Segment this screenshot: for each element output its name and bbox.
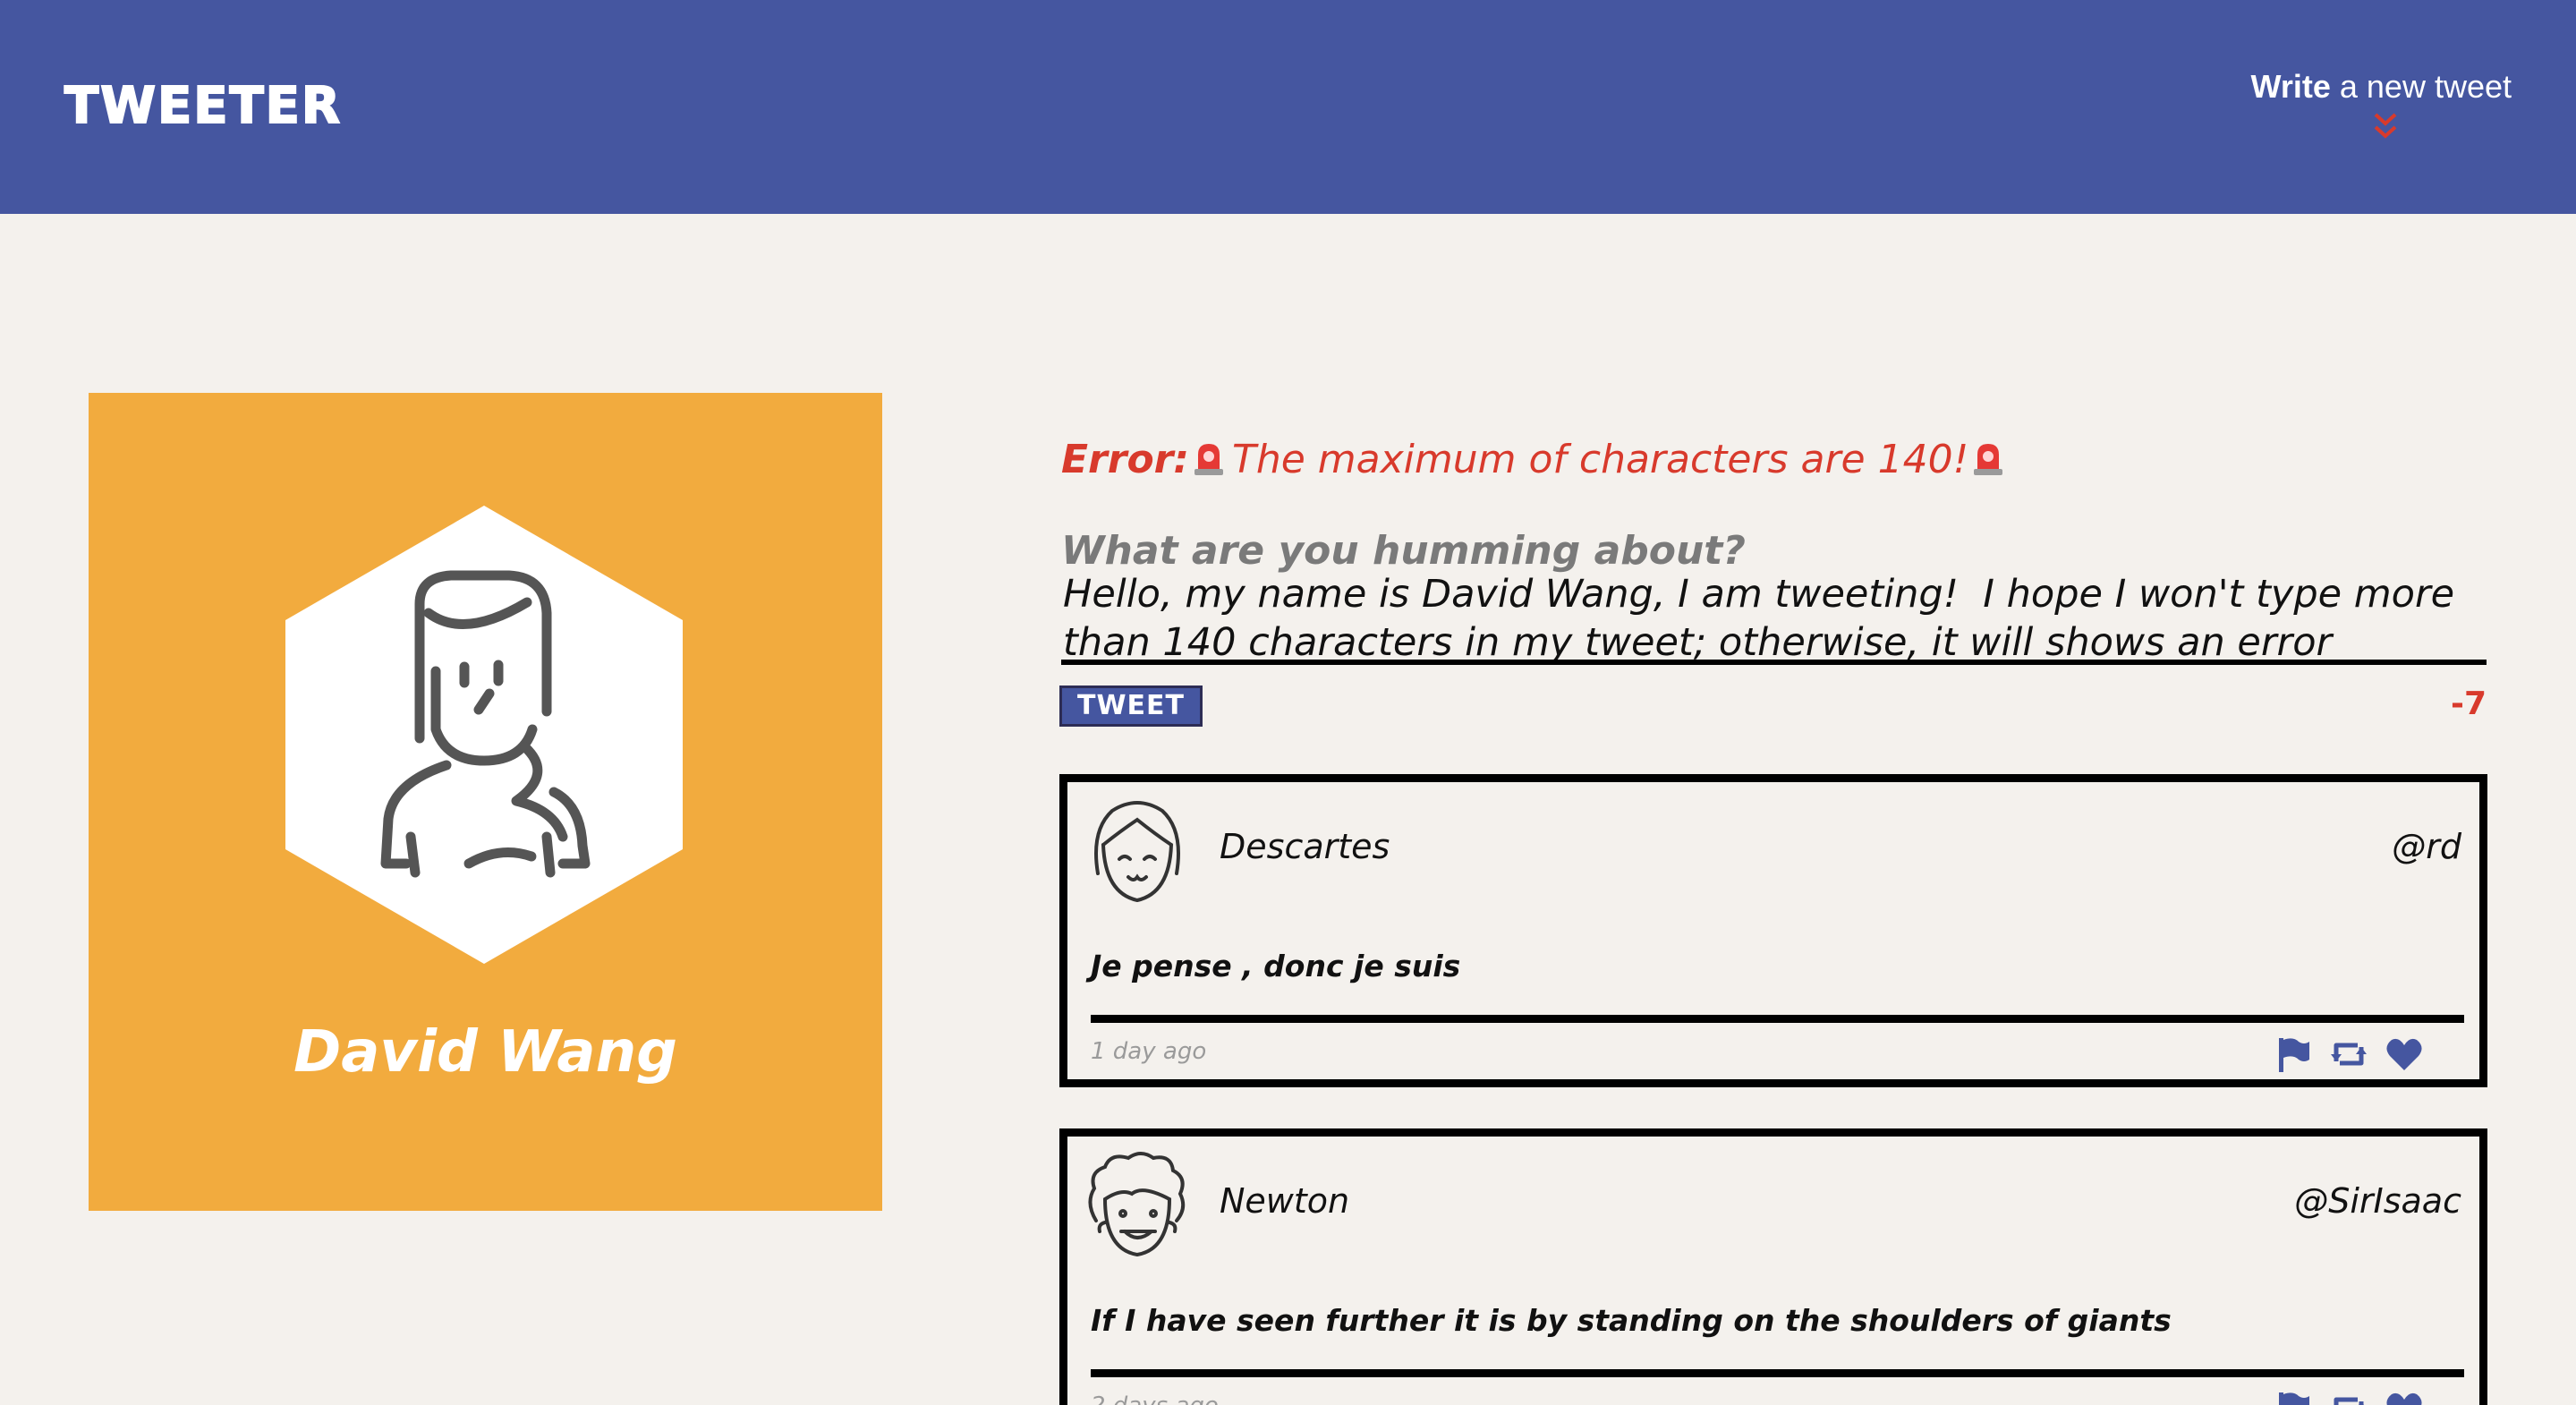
compose-toggle-bold: Write [2250, 68, 2331, 105]
siren-icon [1194, 444, 1223, 475]
profile-name: David Wang [293, 1019, 677, 1086]
double-chevron-down-icon[interactable] [2372, 111, 2399, 147]
error-text: The maximum of characters are 140! [1231, 437, 1969, 482]
tweet-content: Je pense , donc je suis [1091, 949, 1461, 984]
tweet-content: If I have seen further it is by standing… [1091, 1303, 2172, 1338]
retweet-icon[interactable] [2329, 1389, 2368, 1405]
tweet-author-handle[interactable]: @rd [2392, 827, 2461, 866]
character-counter: -7 [2451, 685, 2487, 722]
girl-avatar-icon [285, 506, 683, 964]
tweet-button[interactable]: TWEET [1059, 685, 1203, 727]
tweet-textarea[interactable]: Hello, my name is David Wang, I am tweet… [1063, 570, 2486, 663]
tweet-actions [2274, 1035, 2453, 1074]
bangs-avatar-icon [1094, 801, 1180, 903]
tweet-card: Newton @SirIsaac If I have seen further … [1059, 1128, 2487, 1405]
top-nav: TWEETER Write a new tweet [0, 0, 2576, 214]
tweet-timestamp: 1 day ago [1091, 1038, 1207, 1065]
retweet-icon[interactable] [2329, 1035, 2368, 1074]
tweet-timestamp: 2 days ago [1091, 1392, 1219, 1405]
error-message: Error: The maximum of characters are 140… [1061, 437, 2011, 482]
heart-icon[interactable] [2385, 1035, 2424, 1074]
profile-card: David Wang [89, 393, 882, 1211]
siren-icon [1974, 444, 2003, 475]
tweet-author-name: Newton [1220, 1181, 1350, 1221]
write-new-tweet-toggle[interactable]: Write a new tweet [2225, 68, 2512, 149]
brand-logo[interactable]: TWEETER [64, 76, 342, 136]
compose-toggle-text: a new tweet [2330, 68, 2512, 105]
tweet-divider [1091, 1015, 2464, 1023]
heart-icon[interactable] [2385, 1389, 2424, 1405]
compose-label: What are you humming about? [1061, 528, 1746, 574]
tweet-divider [1091, 1369, 2464, 1377]
tweet-author-handle[interactable]: @SirIsaac [2294, 1181, 2461, 1221]
flag-icon[interactable] [2274, 1035, 2313, 1074]
curly-hair-avatar-icon [1088, 1152, 1186, 1257]
compose-underline [1061, 660, 2487, 665]
flag-icon[interactable] [2274, 1389, 2313, 1405]
tweet-actions [2274, 1389, 2453, 1405]
tweet-author-name: Descartes [1220, 827, 1390, 866]
tweet-card: Descartes @rd Je pense , donc je suis 1 … [1059, 774, 2487, 1087]
error-label: Error: [1061, 437, 1189, 482]
